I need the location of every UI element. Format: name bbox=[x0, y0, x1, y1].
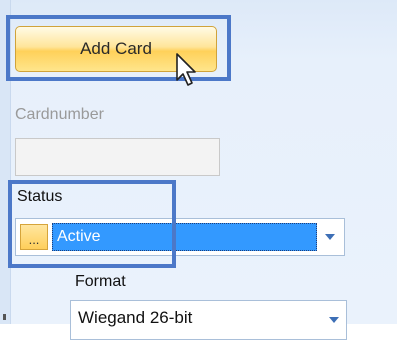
status-select[interactable]: Active bbox=[52, 223, 317, 251]
status-ellipsis-label: ... bbox=[28, 232, 40, 247]
format-select-value: Wiegand 26-bit bbox=[78, 308, 193, 327]
chevron-down-icon[interactable] bbox=[328, 314, 340, 326]
chevron-down-icon bbox=[325, 234, 335, 240]
format-select[interactable]: Wiegand 26-bit bbox=[70, 300, 347, 340]
cardnumber-label: Cardnumber bbox=[15, 106, 104, 123]
format-label: Format bbox=[75, 273, 126, 290]
status-label: Status bbox=[17, 188, 63, 205]
left-ribbon-strip bbox=[0, 0, 11, 324]
status-combobox: ... Active bbox=[15, 218, 345, 256]
status-dropdown-button[interactable] bbox=[320, 222, 340, 252]
cardnumber-input[interactable] bbox=[15, 138, 220, 176]
status-ellipsis-button[interactable]: ... bbox=[20, 224, 48, 250]
add-card-label: Add Card bbox=[80, 39, 152, 58]
mouse-pointer-icon bbox=[176, 53, 196, 86]
edge-marker bbox=[3, 314, 6, 320]
status-select-value: Active bbox=[57, 228, 101, 245]
form-panel: Add Card Cardnumber Status ... Active Fo… bbox=[0, 0, 397, 340]
